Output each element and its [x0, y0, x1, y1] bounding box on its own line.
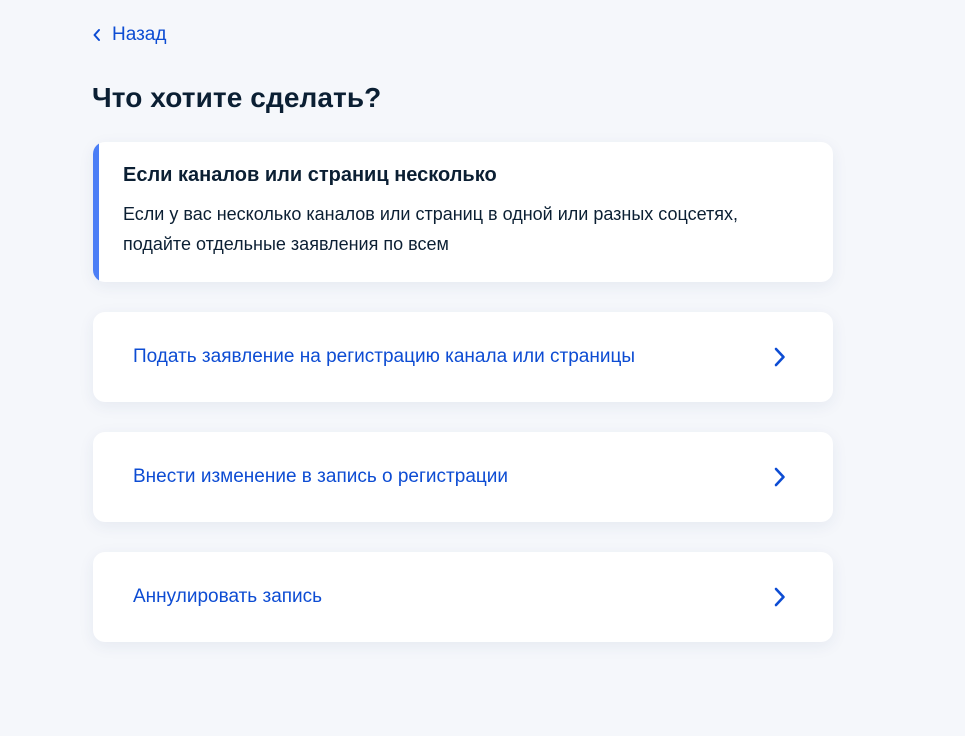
page-title: Что хотите сделать? [92, 82, 382, 113]
chevron-right-icon [773, 586, 787, 608]
page: Назад Что хотите сделать? Если каналов и… [0, 0, 965, 736]
chevron-right-icon [773, 346, 787, 368]
option-label: Внести изменение в запись о регистрации [133, 466, 508, 487]
back-link-label: Назад [112, 24, 167, 45]
chevron-right-icon [773, 466, 787, 488]
option-change-registration[interactable]: Внести изменение в запись о регистрации [93, 432, 833, 522]
back-link[interactable]: Назад [92, 24, 166, 46]
option-annul-record[interactable]: Аннулировать запись [93, 552, 833, 642]
info-card: Если каналов или страниц несколько Если … [93, 142, 833, 282]
info-text-line-1: Если у вас несколько каналов или страниц… [123, 204, 739, 224]
info-text: Если у вас несколько каналов или страниц… [123, 199, 809, 259]
info-card-accent [93, 142, 99, 282]
info-text-line-2: подайте отдельные заявления по всем [123, 234, 449, 254]
chevron-left-icon [92, 28, 102, 42]
option-label: Подать заявление на регистрацию канала и… [133, 346, 635, 367]
info-title: Если каналов или страниц несколько [123, 164, 497, 186]
option-register-channel[interactable]: Подать заявление на регистрацию канала и… [93, 312, 833, 402]
option-label: Аннулировать запись [133, 586, 323, 607]
